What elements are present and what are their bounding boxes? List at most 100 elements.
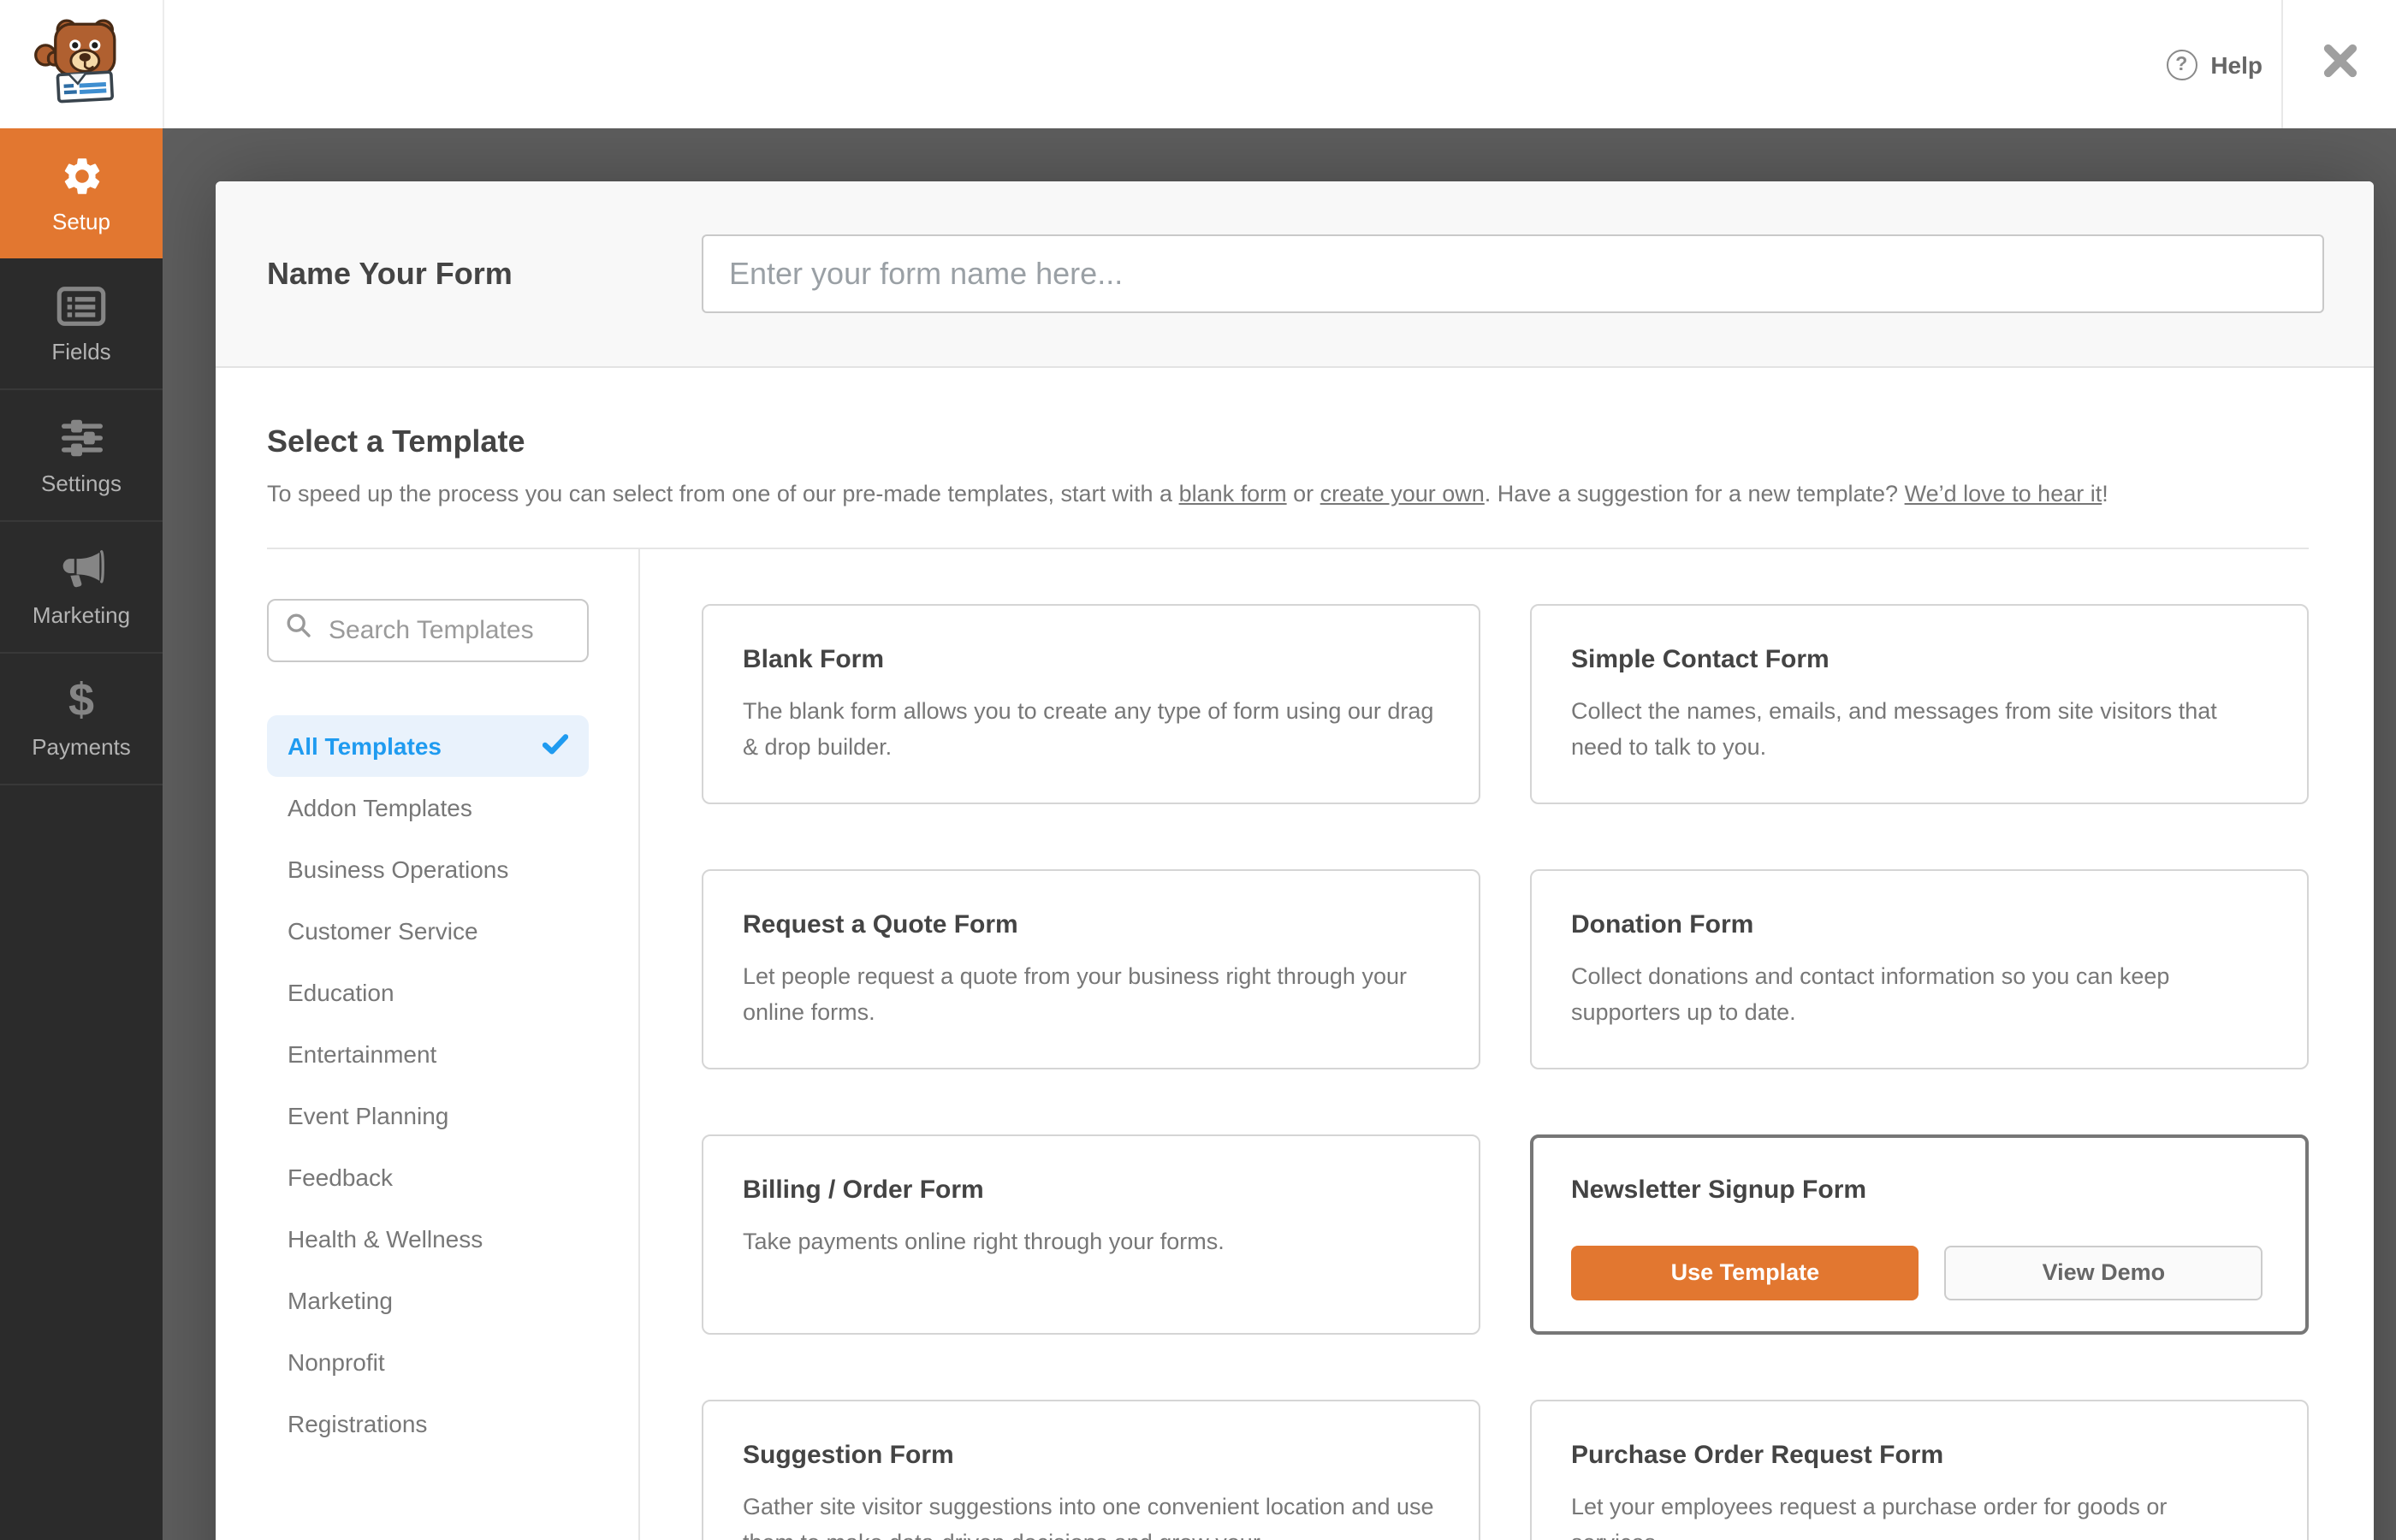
template-name: Donation Form xyxy=(1571,909,1754,939)
template-description: Let your employees request a purchase or… xyxy=(1571,1493,2168,1540)
template-description: Gather site visitor suggestions into one… xyxy=(743,1493,1434,1540)
sidebar-item-fields[interactable]: Fields xyxy=(0,258,163,390)
search-templates-input[interactable] xyxy=(325,613,570,647)
template-card-donation-form[interactable]: Donation Form Collect donations and cont… xyxy=(1530,868,2309,1069)
template-filter-column: All Templates Addon Templates Business O… xyxy=(216,548,640,1540)
template-card-blank-form[interactable]: Blank Form The blank form allows you to … xyxy=(702,603,1480,804)
close-icon xyxy=(2322,42,2357,86)
template-name: Billing / Order Form xyxy=(743,1175,984,1205)
template-cards-column: Blank Form The blank form allows you to … xyxy=(640,549,2374,1540)
category-event-planning[interactable]: Event Planning xyxy=(267,1085,589,1146)
template-card-request-a-quote-form[interactable]: Request a Quote Form Let people request … xyxy=(702,868,1480,1069)
template-description: The blank form allows you to create any … xyxy=(743,697,1434,760)
sidebar-item-label: Fields xyxy=(51,338,111,364)
blank-form-link[interactable]: blank form xyxy=(1179,481,1287,506)
category-entertainment[interactable]: Entertainment xyxy=(267,1023,589,1085)
name-your-form-label: Name Your Form xyxy=(267,256,513,290)
sliders-icon xyxy=(57,415,105,459)
category-customer-service[interactable]: Customer Service xyxy=(267,900,589,962)
category-label: Education xyxy=(288,978,394,1006)
template-description: Take payments online right through your … xyxy=(743,1228,1225,1254)
template-name: Blank Form xyxy=(743,644,885,674)
sidebar-item-label: Marketing xyxy=(32,601,131,627)
setup-panel: Name Your Form Select a Template To spee… xyxy=(216,181,2374,1540)
description-text: ! xyxy=(2102,481,2108,506)
category-all-templates[interactable]: All Templates xyxy=(267,714,589,777)
name-your-form-section: Name Your Form xyxy=(216,181,2374,368)
check-icon xyxy=(542,732,569,760)
description-text: To speed up the process you can select f… xyxy=(267,481,1179,506)
sidebar-item-marketing[interactable]: Marketing xyxy=(0,522,163,654)
description-text: . Have a suggestion for a new template? xyxy=(1484,481,1905,506)
close-builder-button[interactable] xyxy=(2281,0,2396,128)
category-label: Event Planning xyxy=(288,1101,449,1129)
category-addon-templates[interactable]: Addon Templates xyxy=(267,777,589,838)
category-marketing[interactable]: Marketing xyxy=(267,1270,589,1331)
template-description: Collect donations and contact informatio… xyxy=(1571,962,2170,1025)
template-browser: All Templates Addon Templates Business O… xyxy=(216,548,2374,1540)
template-category-list: All Templates Addon Templates Business O… xyxy=(267,714,589,1454)
template-card-billing-order-form[interactable]: Billing / Order Form Take payments onlin… xyxy=(702,1134,1480,1335)
gear-icon xyxy=(59,153,104,198)
template-description: Collect the names, emails, and messages … xyxy=(1571,697,2217,760)
select-template-title: Select a Template xyxy=(267,424,525,459)
description-text: or xyxy=(1286,481,1320,506)
category-label: Business Operations xyxy=(288,855,509,883)
top-bar: ? Help xyxy=(0,0,2396,128)
category-label: Entertainment xyxy=(288,1040,437,1068)
template-card-purchase-order-request-form[interactable]: Purchase Order Request Form Let your emp… xyxy=(1530,1399,2309,1540)
sidebar-item-label: Setup xyxy=(52,208,110,234)
wpforms-logo xyxy=(0,0,164,128)
view-demo-button[interactable]: View Demo xyxy=(1944,1245,2263,1300)
category-nonprofit[interactable]: Nonprofit xyxy=(267,1331,589,1393)
help-label: Help xyxy=(2210,50,2263,78)
category-label: Feedback xyxy=(288,1163,393,1191)
dollar-icon: $ xyxy=(68,674,95,726)
category-health-wellness[interactable]: Health & Wellness xyxy=(267,1208,589,1270)
use-template-button[interactable]: Use Template xyxy=(1571,1245,1919,1300)
select-template-header: Select a Template To speed up the proces… xyxy=(216,424,2374,549)
sidebar-item-label: Settings xyxy=(41,470,122,495)
search-icon xyxy=(286,613,311,648)
category-education[interactable]: Education xyxy=(267,962,589,1023)
suggestion-link[interactable]: We’d love to hear it xyxy=(1905,481,2102,506)
template-name: Request a Quote Form xyxy=(743,909,1018,939)
template-name: Newsletter Signup Form xyxy=(1571,1175,1867,1205)
wpforms-bear-logo-icon xyxy=(32,16,131,112)
category-label: Addon Templates xyxy=(288,793,472,821)
template-card-actions: Use Template View Demo xyxy=(1571,1245,2263,1300)
category-label: All Templates xyxy=(288,732,442,760)
template-name: Suggestion Form xyxy=(743,1440,954,1470)
builder-sidebar: Setup Fields Settings Marketing $ Paymen… xyxy=(0,128,163,1540)
create-your-own-link[interactable]: create your own xyxy=(1320,481,1485,506)
template-card-grid: Blank Form The blank form allows you to … xyxy=(702,603,2309,1540)
search-templates-box[interactable] xyxy=(267,598,589,662)
category-label: Nonprofit xyxy=(288,1348,385,1376)
form-fields-icon xyxy=(56,283,106,328)
category-label: Customer Service xyxy=(288,916,478,945)
builder-backdrop: Name Your Form Select a Template To spee… xyxy=(163,128,2396,1540)
template-card-suggestion-form[interactable]: Suggestion Form Gather site visitor sugg… xyxy=(702,1399,1480,1540)
category-label: Marketing xyxy=(288,1286,393,1314)
category-label: Health & Wellness xyxy=(288,1224,483,1253)
sidebar-item-label: Payments xyxy=(32,733,131,759)
megaphone-icon xyxy=(57,547,105,591)
select-template-description: To speed up the process you can select f… xyxy=(267,479,2309,512)
form-name-input[interactable] xyxy=(702,234,2324,313)
category-business-operations[interactable]: Business Operations xyxy=(267,838,589,900)
form-builder-window: ? Help Setup Fields Settings Marketing $… xyxy=(0,0,2396,1540)
category-feedback[interactable]: Feedback xyxy=(267,1146,589,1208)
template-description: Let people request a quote from your bus… xyxy=(743,962,1407,1025)
help-button[interactable]: ? Help xyxy=(2147,0,2281,128)
template-name: Purchase Order Request Form xyxy=(1571,1440,1944,1470)
sidebar-item-settings[interactable]: Settings xyxy=(0,390,163,522)
sidebar-item-setup[interactable]: Setup xyxy=(0,128,163,258)
category-label: Registrations xyxy=(288,1409,428,1437)
template-name: Simple Contact Form xyxy=(1571,644,1830,674)
sidebar-item-payments[interactable]: $ Payments xyxy=(0,654,163,785)
question-circle-icon: ? xyxy=(2166,49,2197,80)
category-registrations[interactable]: Registrations xyxy=(267,1393,589,1454)
template-card-newsletter-signup-form[interactable]: Newsletter Signup Form Use Template View… xyxy=(1530,1134,2309,1335)
template-card-simple-contact-form[interactable]: Simple Contact Form Collect the names, e… xyxy=(1530,603,2309,804)
